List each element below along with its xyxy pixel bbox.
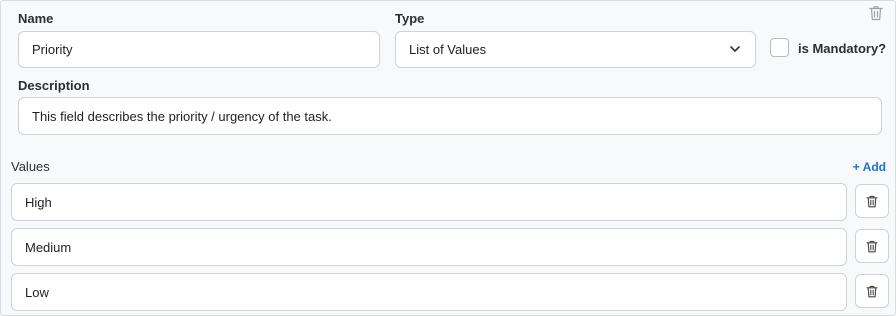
chevron-down-icon <box>730 45 740 52</box>
value-field-high[interactable]: High <box>11 183 847 221</box>
name-field[interactable]: Priority <box>18 31 380 68</box>
custom-field-card: Name Priority Type List of Values is Man… <box>0 0 896 316</box>
trash-icon <box>866 285 878 297</box>
type-label: Type <box>395 11 425 26</box>
description-field[interactable]: This field describes the priority / urge… <box>18 97 882 135</box>
value-text: High <box>25 194 52 210</box>
type-select[interactable]: List of Values <box>395 31 756 68</box>
trash-icon[interactable] <box>869 5 883 21</box>
name-field-value: Priority <box>32 42 73 57</box>
trash-icon <box>866 240 878 252</box>
add-value-link[interactable]: + Add <box>853 160 886 174</box>
delete-value-button[interactable] <box>855 184 889 218</box>
description-label: Description <box>18 78 90 93</box>
value-field-medium[interactable]: Medium <box>11 228 847 266</box>
value-field-low[interactable]: Low <box>11 273 847 311</box>
delete-value-button[interactable] <box>855 274 889 308</box>
mandatory-label: is Mandatory? <box>798 41 887 56</box>
value-text: Medium <box>25 239 72 255</box>
value-text: Low <box>25 284 49 300</box>
trash-icon <box>866 195 878 207</box>
type-select-value: List of Values <box>409 42 487 57</box>
delete-value-button[interactable] <box>855 229 889 263</box>
values-label: Values <box>11 159 50 174</box>
mandatory-checkbox[interactable] <box>770 38 789 57</box>
description-field-value: This field describes the priority / urge… <box>32 108 332 124</box>
name-label: Name <box>18 11 54 26</box>
